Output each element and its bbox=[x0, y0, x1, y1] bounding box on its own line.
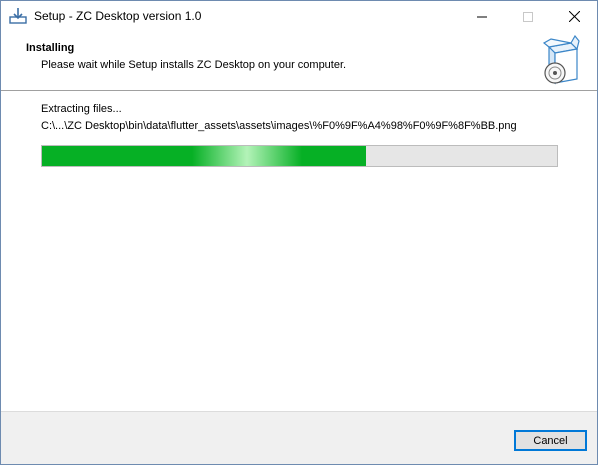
close-icon bbox=[568, 11, 580, 22]
maximize-button bbox=[505, 1, 551, 32]
close-button[interactable] bbox=[551, 1, 597, 32]
maximize-icon bbox=[523, 11, 533, 22]
setup-window: Setup - ZC Desktop version 1.0 Installin… bbox=[0, 0, 598, 465]
current-file-path: C:\...\ZC Desktop\bin\data\flutter_asset… bbox=[41, 120, 517, 132]
minimize-button[interactable] bbox=[459, 1, 505, 32]
cancel-button[interactable]: Cancel bbox=[514, 430, 587, 451]
footer-divider bbox=[1, 411, 597, 412]
page-subtitle: Please wait while Setup installs ZC Desk… bbox=[41, 59, 347, 71]
status-text: Extracting files... bbox=[41, 103, 122, 115]
progress-bar-glow bbox=[192, 146, 302, 166]
wizard-header: Installing Please wait while Setup insta… bbox=[1, 32, 597, 91]
window-title: Setup - ZC Desktop version 1.0 bbox=[34, 9, 202, 23]
install-progress-panel: Extracting files... C:\...\ZC Desktop\bi… bbox=[1, 91, 597, 411]
page-title: Installing bbox=[26, 42, 75, 54]
software-box-cd-icon bbox=[542, 35, 580, 85]
minimize-icon bbox=[477, 16, 487, 17]
install-progress-bar bbox=[41, 145, 558, 167]
setup-download-icon bbox=[9, 8, 27, 24]
title-bar[interactable]: Setup - ZC Desktop version 1.0 bbox=[1, 1, 597, 32]
